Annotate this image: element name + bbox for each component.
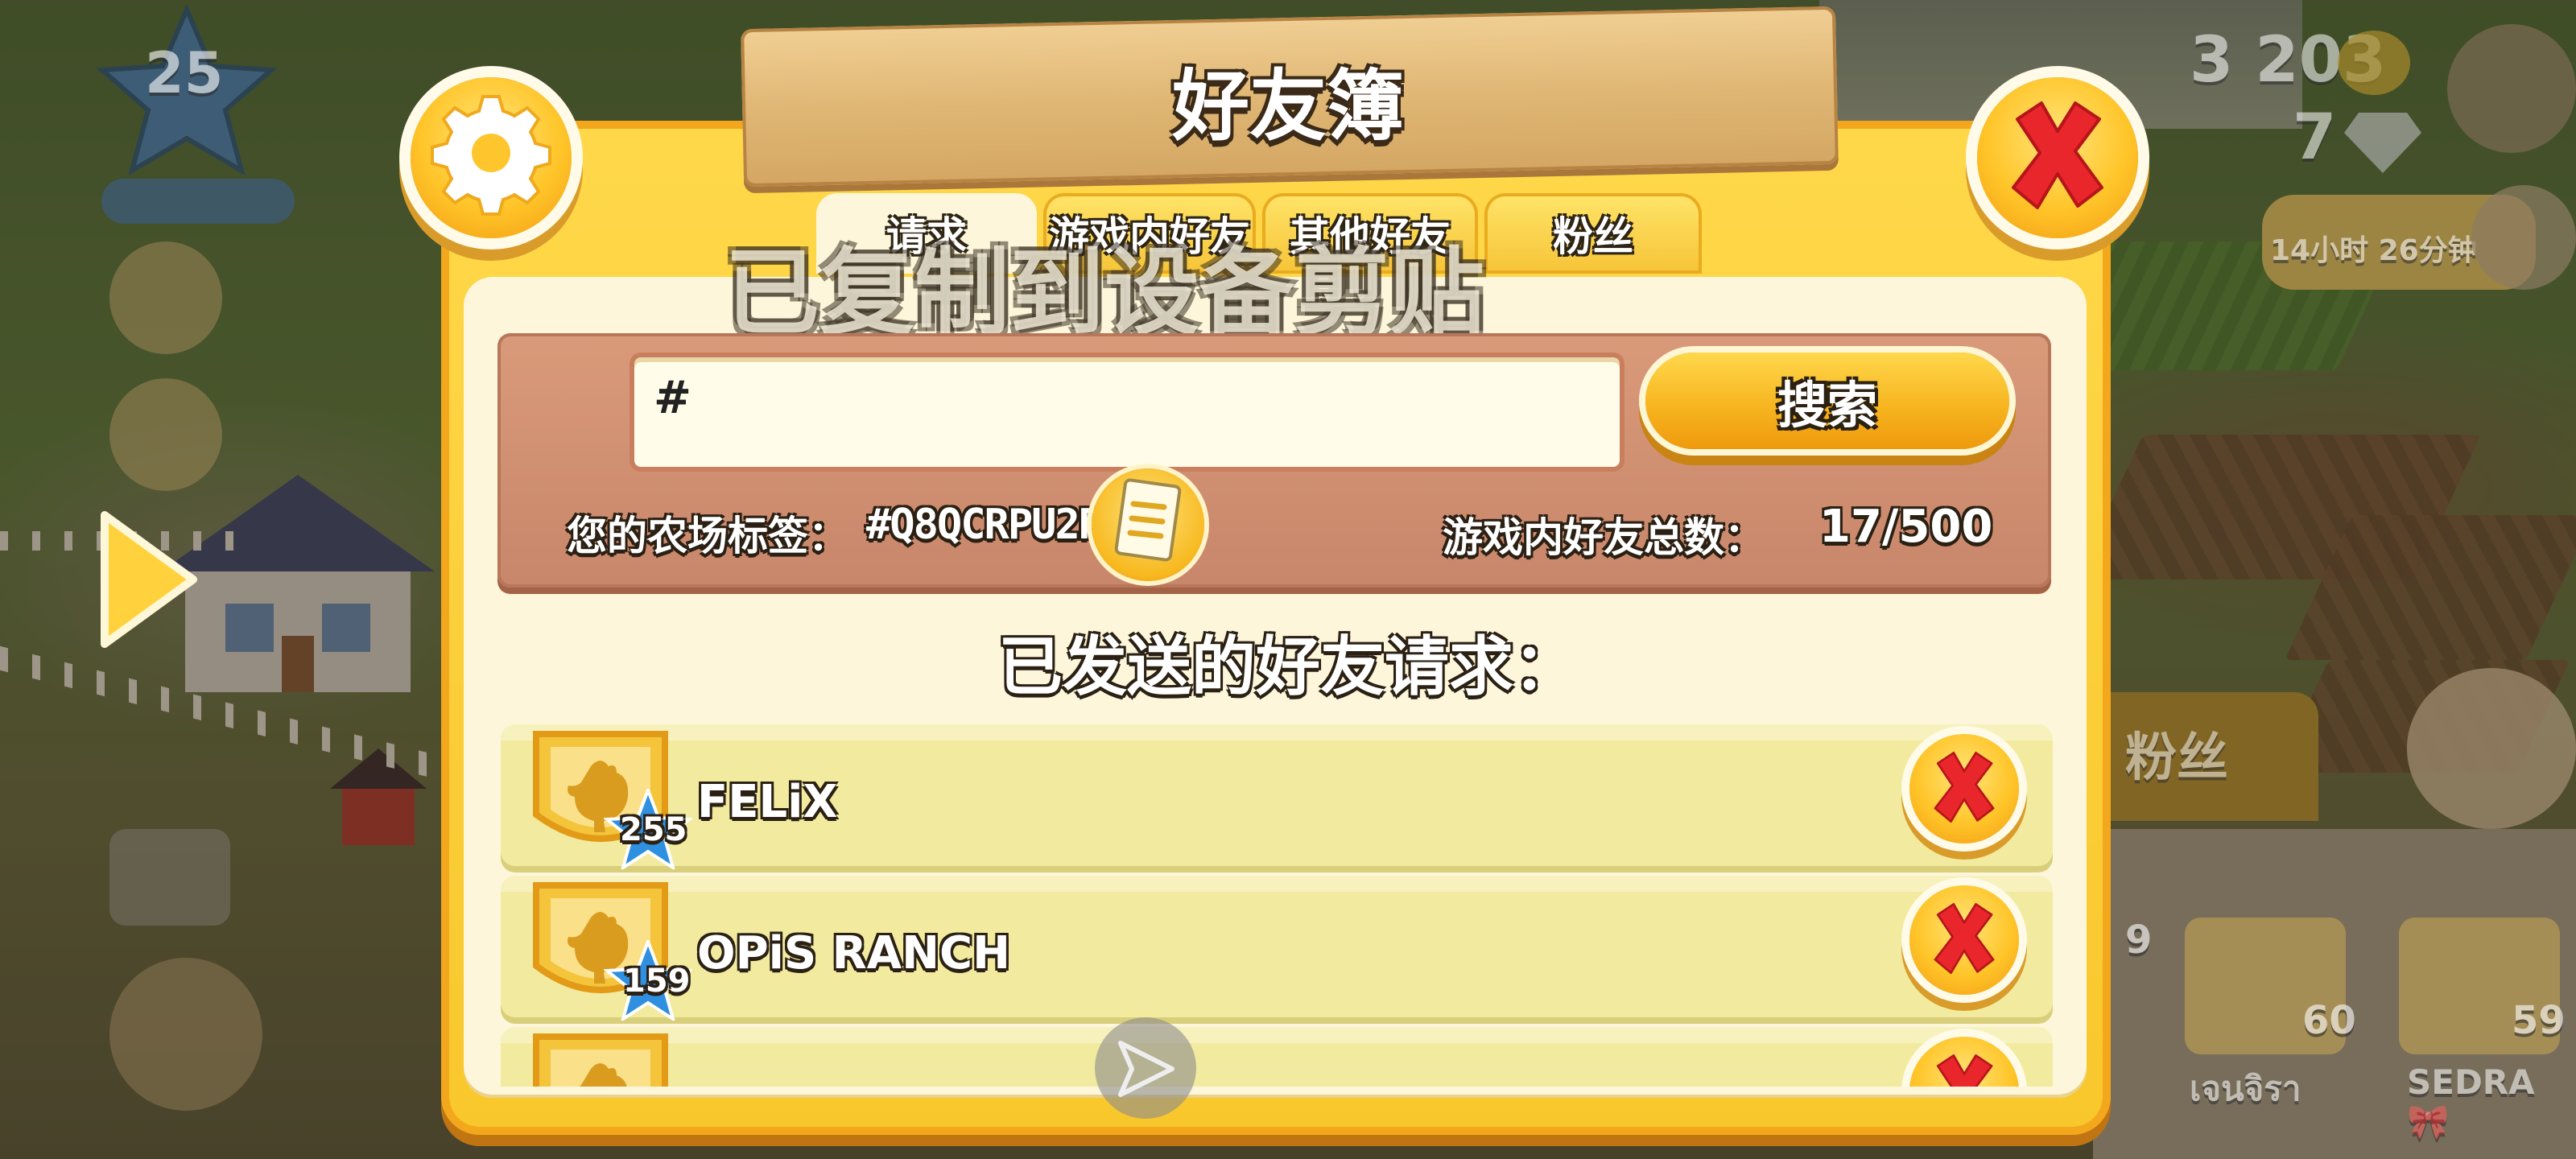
- side-profile-level: 60: [2302, 998, 2356, 1043]
- rooster-badge-icon[interactable]: [528, 1029, 673, 1087]
- remove-request-icon: [1934, 751, 1995, 823]
- side-profile-name: SEDRA🎀: [2407, 1062, 2535, 1141]
- timer-text: 14小时 26分钟: [2270, 234, 2477, 267]
- request-list: 255 FELiX 159 OPiS RANCH: [483, 716, 2069, 1087]
- close-icon: [2012, 101, 2103, 209]
- shop-button[interactable]: [109, 958, 262, 1111]
- diamond-icon: [2344, 113, 2421, 173]
- side-tab-label: 粉丝: [2125, 728, 2228, 788]
- row-highlight: [501, 876, 2053, 892]
- request-level: 159: [623, 963, 691, 1000]
- search-button[interactable]: 搜索: [1645, 353, 2009, 449]
- friend-count-value: 17/500: [1819, 501, 1993, 553]
- friends-avatar-button[interactable]: [2407, 668, 2576, 829]
- dialog-title: 好友簿: [1172, 61, 1404, 151]
- play-arrow-icon[interactable]: [89, 507, 201, 652]
- side-profile-name: เจนจิรา: [2190, 1069, 2301, 1108]
- coin-icon: [2338, 31, 2410, 95]
- request-row: [501, 1027, 2053, 1087]
- request-name: OPiS RANCH: [697, 927, 1010, 980]
- settings-button[interactable]: [411, 77, 572, 238]
- farm-tag-label: 您的农场标签：: [567, 513, 848, 559]
- side-profile[interactable]: 9: [2125, 918, 2153, 963]
- sent-requests-heading: 已发送的好友请求：: [998, 629, 1578, 704]
- book-button[interactable]: [109, 829, 230, 926]
- request-level: 255: [620, 811, 687, 848]
- request-name: FELiX: [697, 776, 838, 828]
- mailbox-button[interactable]: [2447, 24, 2576, 153]
- farm-tag-value: #Q8QCRPU2R: [866, 501, 1104, 549]
- remove-request-icon: [1934, 902, 1995, 975]
- mail-button[interactable]: [109, 378, 222, 491]
- remove-request-button[interactable]: [1909, 885, 2019, 995]
- side-profile-level: 9: [2125, 918, 2153, 963]
- copy-tag-icon: [1114, 478, 1182, 562]
- search-input[interactable]: #: [630, 353, 1624, 472]
- xp-bar: [101, 179, 295, 224]
- row-highlight: [501, 1027, 2053, 1043]
- send-arrow-icon: [1118, 1041, 1174, 1097]
- friend-count-label: 游戏内好友总数：: [1443, 514, 1765, 561]
- copy-tag-button[interactable]: [1092, 468, 1204, 581]
- remove-request-button[interactable]: [1909, 734, 2019, 843]
- gear-icon: [431, 95, 551, 216]
- row-highlight: [501, 724, 2053, 740]
- level-value: 25: [145, 40, 224, 106]
- side-profile-level: 59: [2512, 998, 2566, 1043]
- floating-nav-button[interactable]: [1095, 1017, 1196, 1119]
- close-button[interactable]: [1977, 77, 2138, 238]
- remove-request-icon: [1936, 1054, 1993, 1087]
- boat-icon: [2471, 185, 2576, 290]
- news-button[interactable]: [109, 241, 222, 354]
- diamonds-value: 7: [2293, 101, 2337, 174]
